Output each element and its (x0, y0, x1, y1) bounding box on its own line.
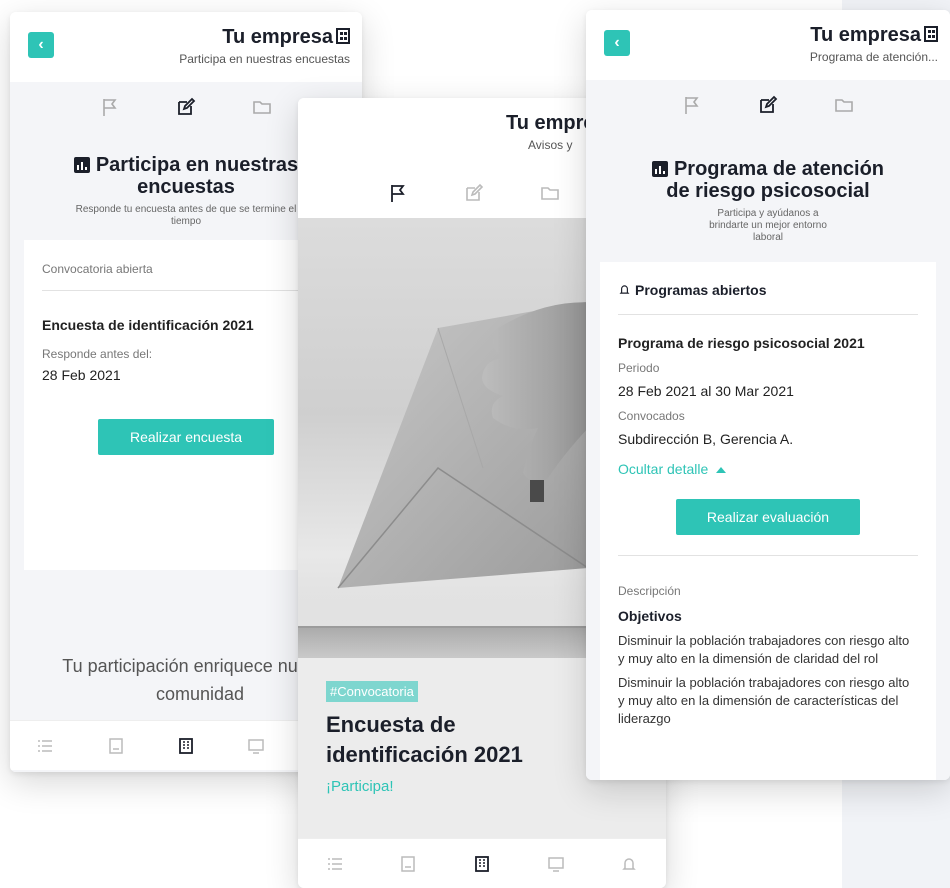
convocados-value: Subdirección B, Gerencia A. (618, 431, 794, 447)
building-icon (924, 26, 938, 42)
header: ‹ Tu empresa Programa de atención... (586, 10, 950, 80)
notice-title: Encuesta de identificación 2021 (326, 712, 523, 767)
objective-item: Disminuir la población trabajadores con … (618, 633, 910, 666)
objective-item: Disminuir la población trabajadores con … (618, 675, 910, 726)
programs-heading-text: Programas abiertos (635, 282, 767, 298)
back-button[interactable]: ‹ (28, 32, 54, 58)
tab-surveys[interactable] (174, 96, 198, 118)
deadline-label: Responde antes del: (42, 347, 153, 361)
program-card: Programas abiertos Programa de riesgo ps… (600, 262, 936, 780)
convocados-label: Convocados (618, 409, 685, 423)
flag-icon (103, 99, 117, 116)
card-heading: Convocatoria abierta (42, 262, 330, 291)
laptop-check-icon (651, 161, 668, 177)
caret-up-icon (716, 467, 727, 473)
description-label: Descripción (618, 584, 681, 598)
tab-notices[interactable] (680, 94, 704, 116)
bell-icon[interactable] (620, 855, 638, 873)
monitor-icon[interactable] (247, 737, 265, 755)
tab-surveys[interactable] (462, 182, 486, 204)
tab-notices[interactable] (98, 96, 122, 118)
header-title: Tu empresa (222, 26, 350, 49)
folder-icon (541, 187, 559, 200)
edit-icon (466, 183, 484, 201)
flag-icon (685, 97, 699, 114)
objectives-heading: Objetivos (618, 608, 682, 624)
building-icon (336, 28, 350, 44)
bell-icon (619, 285, 630, 294)
bottom-nav (298, 838, 666, 888)
category-tag: #Convocatoria (326, 681, 418, 702)
stage: ‹ Tu empresa Participa en nuestras encue… (0, 0, 950, 888)
hide-detail-toggle[interactable]: Ocultar detalle (618, 461, 918, 477)
section-title-text: Programa de atención de riesgo psicosoci… (666, 158, 885, 202)
hide-detail-text: Ocultar detalle (618, 461, 709, 477)
button-wrap: Realizar encuesta (42, 419, 330, 455)
button-wrap: Realizar evaluación (618, 499, 918, 556)
building-nav-icon[interactable] (177, 737, 195, 755)
participate-link[interactable]: ¡Participa! (326, 778, 394, 795)
edit-icon (178, 97, 196, 115)
take-survey-button[interactable]: Realizar encuesta (98, 419, 274, 455)
contact-icon[interactable] (107, 737, 125, 755)
phone-program: ‹ Tu empresa Programa de atención... Pro… (586, 10, 950, 780)
content-area: Programas abiertos Programa de riesgo ps… (586, 262, 950, 780)
section-title: Programa de atención de riesgo psicosoci… (602, 158, 934, 202)
programs-heading: Programas abiertos (618, 282, 918, 315)
header-title-text: Tu empresa (810, 24, 921, 46)
contact-icon[interactable] (399, 855, 417, 873)
list-icon[interactable] (326, 855, 344, 873)
section-description: Participa y ayúdanos a brindarte un mejo… (709, 208, 827, 243)
period-value: 28 Feb 2021 al 30 Mar 2021 (618, 383, 794, 399)
tab-surveys[interactable] (756, 94, 780, 116)
building-nav-icon[interactable] (473, 855, 491, 873)
start-evaluation-button[interactable]: Realizar evaluación (676, 499, 860, 535)
list-icon[interactable] (36, 737, 54, 755)
deadline-value: 28 Feb 2021 (42, 367, 121, 383)
header: ‹ Tu empresa Participa en nuestras encue… (10, 12, 362, 82)
program-title: Programa de riesgo psicosocial 2021 (618, 335, 865, 351)
folder-icon (253, 101, 271, 114)
tab-notices[interactable] (386, 182, 410, 204)
poll-icon (73, 157, 90, 173)
edit-icon (760, 95, 778, 113)
tab-bar (586, 80, 950, 130)
monitor-icon[interactable] (547, 855, 565, 873)
tab-documents[interactable] (832, 94, 856, 116)
folder-icon (835, 99, 853, 112)
back-button[interactable]: ‹ (604, 30, 630, 56)
period-label: Periodo (618, 361, 660, 375)
header-title-text: Tu empresa (222, 26, 333, 48)
header-subtitle: Programa de atención... (809, 50, 938, 64)
section-header: Programa de atención de riesgo psicosoci… (586, 130, 950, 262)
survey-title: Encuesta de identificación 2021 (42, 317, 254, 333)
header-subtitle: Participa en nuestras encuestas (179, 52, 350, 66)
flag-icon (391, 185, 405, 202)
tab-documents[interactable] (538, 182, 562, 204)
header-subtitle: Avisos y (528, 138, 573, 152)
tab-documents[interactable] (250, 96, 274, 118)
header-title: Tu empresa (810, 24, 938, 47)
section-title-text: Participa en nuestras encuestas (95, 154, 299, 198)
